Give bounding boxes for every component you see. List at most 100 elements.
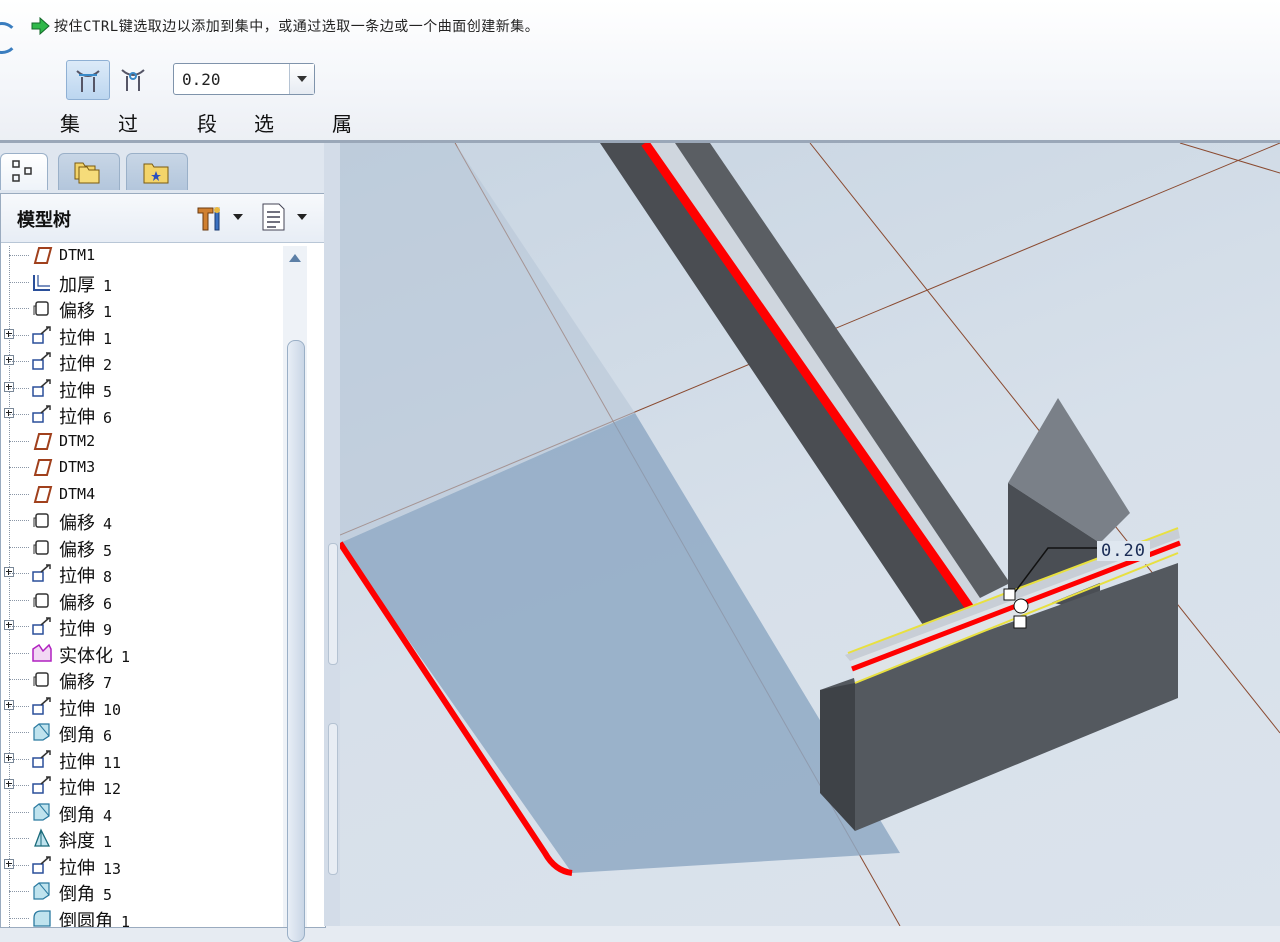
tree-item[interactable]: 拉伸 1 [1, 322, 289, 349]
tree-item[interactable]: DTM2 [1, 428, 289, 454]
tree-item[interactable]: 斜度 1 [1, 825, 289, 852]
chevron-down-icon[interactable] [289, 64, 314, 94]
model-tree-title: 模型树 [17, 210, 71, 231]
tree-item-label: 倒角 5 [59, 880, 112, 906]
feature-name: 倒角 [59, 725, 95, 746]
tree-item[interactable]: 倒角 4 [1, 799, 289, 826]
model-tree-panel: 模型树 DTM1 加厚 1 偏移 1 拉伸 1 拉伸 2 拉伸 5 拉伸 6 DTM2 DTM3 DTM4 偏移… [0, 193, 326, 942]
feature-name: 加厚 [59, 274, 95, 296]
tree-item[interactable]: 加厚 1 [1, 269, 289, 297]
tools-icon[interactable] [195, 204, 225, 232]
tree-item[interactable]: DTM1 [1, 246, 289, 268]
tab-segment[interactable]: 段 [197, 108, 217, 137]
message-prompt: 按住CTRL键选取边以添加到集中，或通过选取一条边或一个曲面创建新集。 [30, 14, 539, 38]
tab-folder-browser[interactable] [58, 153, 120, 190]
tree-item[interactable]: 拉伸 13 [1, 852, 289, 879]
tree-item-label: 倒圆角 1 [59, 907, 130, 928]
tree-item[interactable]: 拉伸 12 [1, 772, 289, 799]
drag-handle-circle[interactable] [1013, 598, 1029, 614]
tab-set[interactable]: 集 [60, 108, 80, 137]
tab-model-tree[interactable] [0, 153, 48, 190]
tree-connector [9, 308, 29, 310]
drag-handle-square[interactable] [1013, 615, 1027, 629]
tree-item[interactable]: 偏移 1 [1, 295, 289, 322]
expand-icon[interactable] [4, 355, 14, 365]
splitter-grip[interactable] [328, 543, 338, 665]
tree-item-label: 拉伸 11 [59, 748, 121, 774]
graphics-window[interactable]: 0.20 [340, 143, 1280, 926]
expand-icon[interactable] [4, 408, 14, 418]
chamfer-icon [33, 723, 50, 741]
datum-plane-icon [33, 432, 53, 450]
tree-item[interactable]: DTM4 [1, 481, 289, 507]
feature-name: DTM1 [59, 246, 96, 264]
tree-item[interactable]: 倒圆角 1 [1, 905, 289, 928]
feature-number: 8 [103, 568, 113, 586]
offset-icon [33, 301, 49, 316]
extrude-icon [32, 352, 51, 370]
tree-connector [9, 414, 29, 416]
model-tree-header: 模型树 [1, 194, 325, 243]
dashboard: 按住CTRL键选取边以添加到集中，或通过选取一条边或一个曲面创建新集。 0.20… [0, 0, 1280, 165]
tree-connector [9, 785, 29, 787]
tree-item[interactable]: 拉伸 8 [1, 560, 289, 588]
expand-icon[interactable] [4, 620, 14, 630]
navigator-tabs [0, 149, 340, 190]
tab-favorites[interactable] [126, 153, 188, 190]
expand-icon[interactable] [4, 567, 14, 577]
panel-splitter[interactable] [324, 143, 340, 926]
tree-connector [9, 387, 29, 390]
tree-item[interactable]: 实体化 1 [1, 640, 289, 667]
feature-name: 倒角 [59, 884, 95, 905]
extrude-icon [32, 696, 51, 715]
show-list-icon[interactable] [259, 202, 287, 232]
tree-item[interactable]: 拉伸 6 [1, 401, 289, 428]
show-dropdown-arrow[interactable] [297, 214, 307, 220]
tree-item[interactable]: DTM3 [1, 454, 289, 480]
expand-icon[interactable] [4, 858, 14, 869]
tree-item[interactable]: 偏移 4 [1, 507, 289, 534]
model-viewport[interactable] [340, 143, 1280, 926]
scroll-thumb[interactable] [287, 340, 305, 942]
expand-icon[interactable] [4, 328, 14, 339]
expand-icon[interactable] [4, 699, 14, 710]
feature-number: 4 [103, 806, 113, 825]
feature-name: 偏移 [59, 301, 95, 322]
rib-side-face[interactable] [675, 143, 1010, 598]
expand-icon[interactable] [4, 381, 14, 392]
tree-item[interactable]: 拉伸 9 [1, 613, 289, 640]
tree-item[interactable]: 偏移 7 [1, 666, 289, 693]
tree-item[interactable]: 拉伸 11 [1, 746, 289, 774]
expand-icon[interactable] [4, 779, 14, 789]
tree-item[interactable]: 倒角 6 [1, 719, 289, 746]
set-mode-button[interactable] [66, 60, 110, 100]
tools-dropdown-arrow[interactable] [233, 214, 243, 220]
tree-item-label: 偏移 6 [59, 589, 112, 615]
transition-mode-button[interactable] [112, 60, 154, 98]
tree-connector [9, 440, 29, 443]
extrude-icon [32, 617, 51, 635]
tree-item[interactable]: 偏移 5 [1, 534, 289, 561]
tree-item[interactable]: 拉伸 10 [1, 693, 289, 720]
tree-item[interactable]: 偏移 6 [1, 587, 289, 615]
refresh-icon[interactable] [0, 22, 18, 54]
tree-item[interactable]: 拉伸 2 [1, 348, 289, 375]
splitter-grip[interactable] [328, 723, 338, 875]
model-tree-scrollbar[interactable] [283, 246, 307, 942]
scroll-up-icon[interactable] [289, 254, 301, 262]
tree-item[interactable]: 拉伸 5 [1, 375, 289, 402]
solidify-icon [32, 643, 52, 662]
chamfer-value-text[interactable]: 0.20 [182, 70, 221, 89]
expand-icon[interactable] [4, 752, 14, 763]
tree-item-label: 拉伸 8 [59, 562, 112, 588]
feature-number: 6 [103, 594, 113, 613]
tree-item[interactable]: 倒角 5 [1, 878, 289, 906]
drag-handle-square[interactable] [1003, 588, 1016, 601]
prompt-text: 按住CTRL键选取边以添加到集中，或通过选取一条边或一个曲面创建新集。 [54, 19, 540, 35]
chamfer-icon [33, 882, 50, 900]
tree-item-label: 加厚 1 [59, 271, 112, 297]
dimension-value-label[interactable]: 0.20 [1097, 541, 1150, 561]
feature-name: 实体化 [59, 645, 113, 667]
chamfer-value-combobox[interactable]: 0.20 [173, 63, 315, 95]
feature-number: 10 [103, 700, 122, 719]
